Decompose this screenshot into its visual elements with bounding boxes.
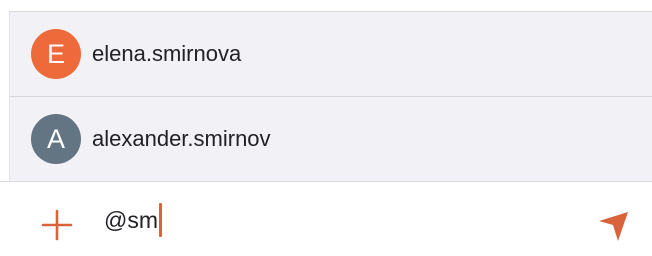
plus-icon — [41, 209, 73, 241]
mention-username: alexander.smirnov — [92, 126, 271, 151]
message-input[interactable]: @sm — [104, 200, 564, 240]
mention-suggestion-alexander-smirnov[interactable]: A alexander.smirnov — [10, 96, 652, 180]
send-icon — [599, 212, 628, 241]
add-attachment-button[interactable] — [40, 208, 74, 242]
avatar-initial: A — [46, 123, 65, 154]
message-composer: @sm — [0, 181, 652, 256]
text-caret — [159, 203, 163, 237]
message-input-text: @sm — [104, 206, 159, 233]
mention-composer-screen: E elena.smirnova A alexander.smirnov @sm — [0, 0, 652, 256]
mention-username: elena.smirnova — [92, 41, 242, 66]
mention-suggestions-list: E elena.smirnova A alexander.smirnov — [9, 11, 652, 181]
avatar-alexander-smirnov: A — [31, 114, 81, 164]
avatar-initial: E — [46, 38, 65, 69]
avatar-elena-smirnova: E — [31, 29, 81, 79]
send-button[interactable] — [594, 206, 632, 244]
mention-suggestion-elena-smirnova[interactable]: E elena.smirnova — [10, 12, 652, 96]
